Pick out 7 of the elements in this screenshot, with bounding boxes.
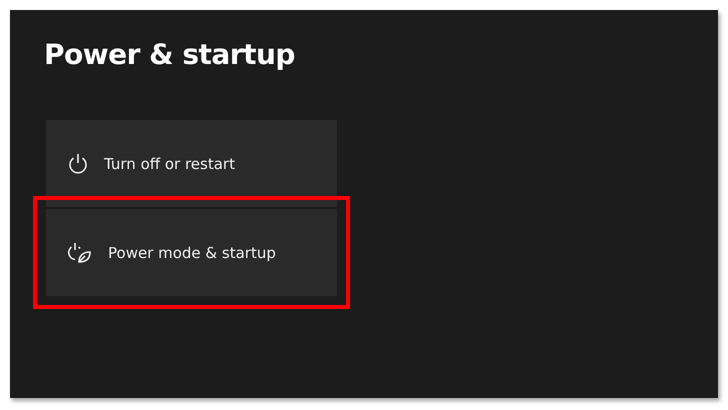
power-leaf-icon <box>66 240 94 264</box>
menu-item[interactable]: Power mode & startup <box>46 209 337 296</box>
menu-item-label: Power mode & startup <box>108 244 276 262</box>
menu-item-label: Turn off or restart <box>104 154 235 172</box>
power-icon <box>66 152 90 176</box>
menu-item[interactable]: Turn off or restart <box>46 120 337 207</box>
page-title: Power & startup <box>44 38 296 71</box>
